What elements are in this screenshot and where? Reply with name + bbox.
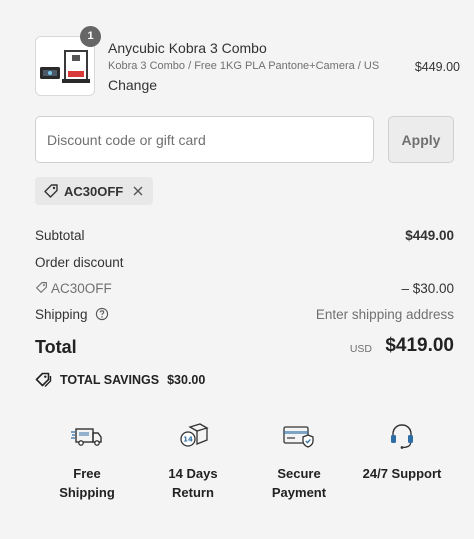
order-summary-panel: 1 Anycubic Kobra 3 Combo Kobra 3 Combo /… <box>0 0 474 539</box>
feature-return: 14 14 Days Return <box>141 422 245 502</box>
feature-line1: Secure <box>277 466 321 481</box>
feature-line1: Free <box>73 466 101 481</box>
product-variant: Kobra 3 Combo / Free 1KG PLA Pantone+Cam… <box>108 60 380 72</box>
headset-icon <box>391 424 413 449</box>
subtotal-value: $449.00 <box>405 228 454 243</box>
discount-code-input[interactable] <box>35 116 374 163</box>
subtotal-label: Subtotal <box>35 228 85 243</box>
total-savings: TOTAL SAVINGS $30.00 <box>35 372 205 387</box>
discount-value: – $30.00 <box>401 281 454 296</box>
applied-discount-code: AC30OFF <box>64 183 124 199</box>
total-value: $419.00 <box>385 335 454 356</box>
change-variant-link[interactable]: Change <box>108 77 157 93</box>
currency-code: USD <box>349 343 372 355</box>
shipping-line: Shipping <box>35 307 109 322</box>
remove-discount-icon[interactable] <box>132 185 144 197</box>
product-line-item: 1 Anycubic Kobra 3 Combo Kobra 3 Combo /… <box>35 26 460 98</box>
secure-card-icon <box>283 426 314 448</box>
return-box-icon: 14 <box>180 423 209 447</box>
applied-discount-tag: AC30OFF <box>35 177 153 205</box>
total-label: Total <box>35 337 77 357</box>
feature-secure-payment: Secure Payment <box>247 422 351 502</box>
quantity-badge: 1 <box>80 26 101 47</box>
order-discount-label: Order discount <box>35 255 124 270</box>
shipping-value: Enter shipping address <box>315 307 454 322</box>
tag-icon <box>35 372 52 387</box>
discount-code-text: AC30OFF <box>51 281 112 296</box>
feature-free-shipping: Free Shipping <box>35 422 139 502</box>
savings-label: TOTAL SAVINGS <box>60 372 160 387</box>
product-price: $449.00 <box>414 60 460 74</box>
feature-support: 24/7 Support <box>350 422 454 483</box>
discount-code-line: AC30OFF <box>35 281 112 296</box>
feature-line2: Shipping <box>59 485 115 500</box>
tag-icon <box>44 184 58 198</box>
help-icon[interactable] <box>95 307 109 321</box>
truck-icon <box>71 428 102 446</box>
feature-line2: Return <box>172 485 214 500</box>
savings-value: $30.00 <box>167 372 206 387</box>
svg-text:14: 14 <box>183 436 193 444</box>
tag-icon <box>36 282 47 293</box>
trust-features: Free Shipping 14 14 Days Return Secure P… <box>35 422 454 522</box>
shipping-label: Shipping <box>35 307 88 322</box>
feature-line1: 14 Days <box>168 466 218 481</box>
feature-line1: 24/7 Support <box>362 466 442 481</box>
feature-line2: Payment <box>271 485 327 500</box>
apply-discount-button[interactable]: Apply <box>388 116 454 163</box>
product-name: Anycubic Kobra 3 Combo <box>108 40 267 56</box>
